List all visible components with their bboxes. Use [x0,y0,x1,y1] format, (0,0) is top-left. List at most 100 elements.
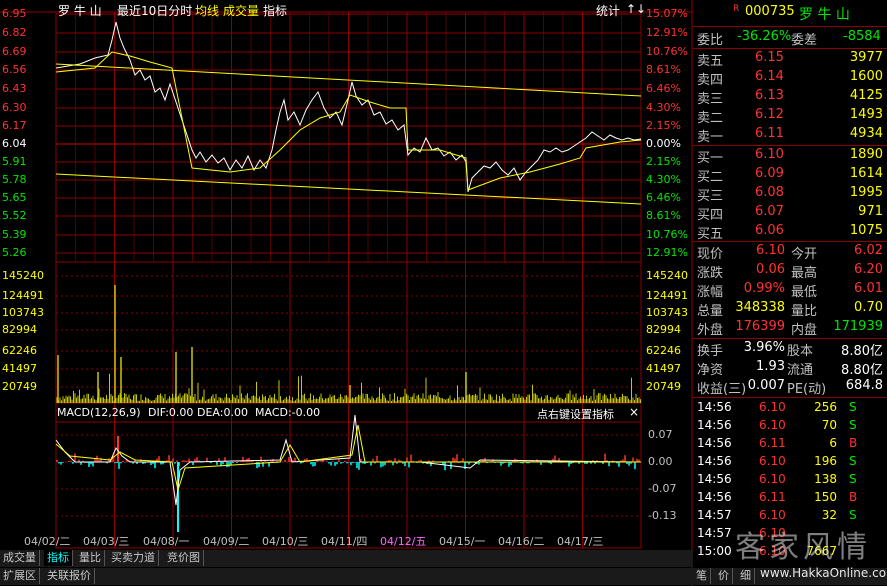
bid-price: 6.06 [755,223,784,238]
stat-value: 6.02 [854,243,883,258]
quote-panel: R 000735 罗 牛 山 委比 -36.26% 委差 -8584 卖五 6.1… [693,0,887,586]
stat-label: 净资 [697,363,724,378]
trade-tick-row[interactable]: 14:56 6.10 196 S [693,454,887,473]
chart-canvas[interactable] [0,0,693,586]
stats-button[interactable]: 统计 [596,2,620,19]
tab-auction-chart[interactable]: 竞价图 [164,550,204,566]
trade-volume: 196 [814,454,837,468]
tab-related-quotes[interactable]: 关联报价 [44,568,95,584]
date-tick-label: 04/08/一 [143,535,190,548]
bottom-tab-bar-2: 扩展区 关联报价 [0,568,693,585]
bid-row[interactable]: 买二 6.09 1614 [693,166,887,185]
trade-time: 14:57 [697,526,732,540]
bid-label: 买三 [697,189,724,204]
stat-label: 今开 [791,247,818,262]
ask-label: 卖三 [697,92,724,107]
tab-volume[interactable]: 成交量 [0,550,40,566]
tab-buy-sell-power[interactable]: 买卖力道 [108,550,159,566]
bid-row[interactable]: 买一 6.10 1890 [693,147,887,166]
price-tick-label: 6.95 [2,7,27,20]
trade-time: 14:56 [697,472,732,486]
volume-tick-label-right: 82994 [646,323,681,336]
volume-toggle-label[interactable]: 成交量 [223,2,259,19]
percent-tick-label: 4.30% [646,173,681,186]
stat-value: 0.06 [756,262,785,277]
stat-value: 1.93 [756,359,785,374]
percent-tick-label: 2.15% [646,119,681,132]
ask-label: 卖四 [697,73,724,88]
price-tick-label: 5.39 [2,228,27,241]
stat-label: 涨跌 [697,266,724,281]
tab-volume-ratio[interactable]: 量比 [76,550,105,566]
stat-value: 348338 [735,300,785,315]
stat-row: 收益(三) 0.007 PE(动) 684.8 [693,378,887,397]
trade-tick-row[interactable]: 14:56 6.10 70 S [693,418,887,437]
ask-label: 卖二 [697,111,724,126]
trade-time: 14:56 [697,490,732,504]
trade-volume: 150 [814,490,837,504]
stat-row: 外盘 176399 内盘 171939 [693,319,887,338]
macd-tick-label: 0.07 [648,428,673,441]
bid-volume: 971 [858,204,883,219]
percent-tick-label: 8.61% [646,209,681,222]
macd-settings-hint[interactable]: 点右键设置指标 [537,406,614,422]
stat-value: 171939 [833,319,883,334]
date-tick-label: 04/17/三 [557,535,604,548]
percent-tick-label: 8.61% [646,63,681,76]
trade-tick-row[interactable]: 14:56 6.11 6 B [693,436,887,455]
volume-tick-label-right: 124491 [646,289,688,302]
bid-price: 6.10 [755,147,784,162]
tab-trade-ticks[interactable]: 笔 [693,568,711,584]
avg-line-label[interactable]: 均线 [195,2,219,19]
close-icon[interactable]: × [629,405,639,419]
price-tick-label: 6.69 [2,45,27,58]
tab-indicator[interactable]: 指标 [44,550,73,566]
date-tick-label: 04/02/二 [24,535,71,548]
percent-tick-label: 10.76% [646,228,688,241]
price-tick-label: 6.56 [2,63,27,76]
ask-row[interactable]: 卖三 6.13 4125 [693,88,887,107]
trade-time: 15:00 [697,544,732,558]
volume-tick-label-right: 145240 [646,269,688,282]
bid-row[interactable]: 买四 6.07 971 [693,204,887,223]
date-tick-label: 04/09/二 [203,535,250,548]
trade-price: 6.10 [759,454,786,468]
tab-extension-area[interactable]: 扩展区 [0,568,40,584]
ask-row[interactable]: 卖五 6.15 3977 [693,50,887,69]
ask-volume: 1600 [849,69,883,84]
percent-tick-label: 4.30% [646,101,681,114]
price-tick-label: 5.52 [2,209,27,222]
ask-row[interactable]: 卖一 6.11 4934 [693,126,887,145]
down-arrow-icon[interactable]: ↓ [636,2,646,16]
trade-tick-row[interactable]: 14:56 6.11 150 B [693,490,887,509]
ask-row[interactable]: 卖四 6.14 1600 [693,69,887,88]
stat-row: 涨幅 0.99% 最低 6.01 [693,281,887,300]
macd-value: MACD:-0.00 [255,406,321,419]
bid-price: 6.09 [755,166,784,181]
macd-dea: DEA:0.00 [197,406,248,419]
bid-row[interactable]: 买五 6.06 1075 [693,223,887,242]
tab-detail[interactable]: 细 [737,568,755,584]
ask-label: 卖五 [697,54,724,69]
indicator-toggle-label[interactable]: 指标 [263,2,287,19]
watermark-logo: 客家风情 [735,530,871,565]
trade-tick-row[interactable]: 14:56 6.10 256 S [693,400,887,419]
tab-price[interactable]: 价 [715,568,733,584]
price-tick-label: 5.78 [2,173,27,186]
stat-label: 收益(三) [697,382,747,397]
percent-tick-label: 6.46% [646,82,681,95]
trade-time: 14:56 [697,454,732,468]
percent-tick-label: 12.91% [646,26,688,39]
up-arrow-icon[interactable]: ↑ [626,2,636,16]
ask-label: 卖一 [697,130,724,145]
bid-row[interactable]: 买三 6.08 1995 [693,185,887,204]
volume-tick-label: 145240 [2,269,44,282]
stat-label: 最高 [791,266,818,281]
trade-side: S [849,508,857,522]
ask-row[interactable]: 卖二 6.12 1493 [693,107,887,126]
percent-tick-label: 10.76% [646,45,688,58]
trade-tick-row[interactable]: 14:56 6.10 138 S [693,472,887,491]
trade-side: B [849,436,858,450]
weibi-value: -36.26% [737,29,792,44]
trade-price: 6.10 [759,508,786,522]
